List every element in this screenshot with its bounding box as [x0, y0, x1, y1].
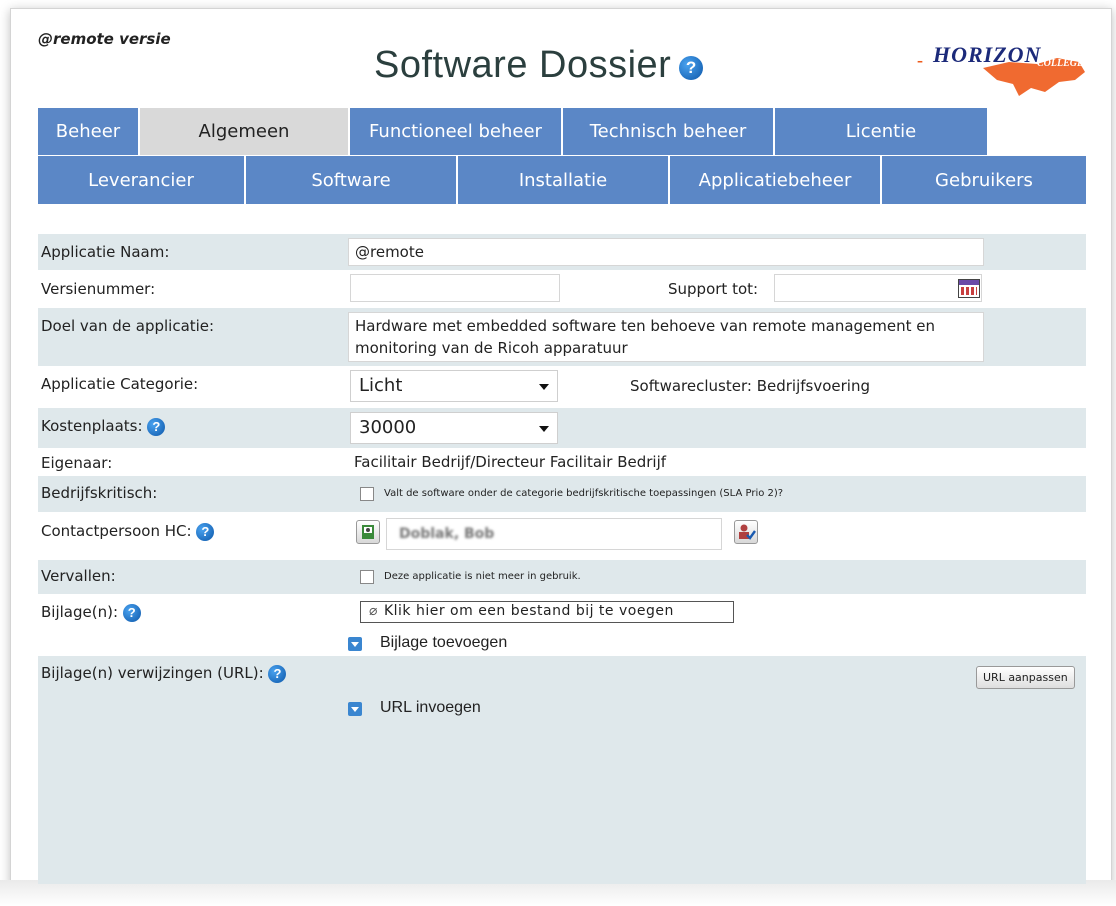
row-app-name: Applicatie Naam: @remote — [38, 234, 1086, 270]
row-critical: Bedrijfskritisch: Valt de software onder… — [38, 476, 1086, 512]
address-book-icon[interactable] — [356, 520, 380, 544]
contact-label-text: Contactpersoon HC: — [41, 522, 192, 540]
row-contact: Contactpersoon HC: ? Doblak, Bob — [38, 512, 1086, 560]
app-name-label: Applicatie Naam: — [41, 243, 170, 261]
chevron-down-icon — [539, 384, 549, 390]
contact-label: Contactpersoon HC: ? — [41, 522, 215, 541]
help-icon[interactable]: ? — [147, 417, 166, 436]
expired-label: Vervallen: — [41, 567, 116, 585]
owner-label: Eigenaar: — [41, 454, 113, 472]
expand-icon[interactable] — [348, 637, 362, 651]
row-expired: Vervallen: Deze applicatie is niet meer … — [38, 560, 1086, 594]
contact-input[interactable]: Doblak, Bob — [386, 518, 722, 550]
critical-checkbox[interactable] — [360, 487, 374, 501]
calendar-icon[interactable] — [958, 279, 980, 298]
tab-applicatiebeheer[interactable]: Applicatiebeheer — [670, 156, 882, 204]
tab-installatie[interactable]: Installatie — [458, 156, 670, 204]
help-icon[interactable]: ? — [196, 522, 215, 541]
category-select[interactable]: Licht — [350, 370, 558, 402]
attachments-label: Bijlage(n): ? — [41, 603, 141, 622]
purpose-line-2: monitoring van de Ricoh apparatuur — [355, 339, 628, 357]
expand-icon[interactable] — [348, 702, 362, 716]
page-title-text: Software Dossier — [374, 44, 672, 86]
contact-value: Doblak, Bob — [399, 526, 495, 542]
purpose-label: Doel van de applicatie: — [41, 317, 215, 335]
tab-software[interactable]: Software — [246, 156, 458, 204]
cost-center-label-text: Kostenplaats: — [41, 417, 143, 435]
tab-algemeen[interactable]: Algemeen — [140, 108, 350, 155]
help-icon[interactable]: ? — [679, 56, 704, 80]
row-url-attachments: Bijlage(n) verwijzingen (URL): ? URL aan… — [38, 656, 1086, 884]
attach-file-button[interactable]: ⌀ Klik hier om een bestand bij te voegen — [360, 601, 734, 623]
category-label: Applicatie Categorie: — [41, 375, 199, 393]
chevron-down-icon — [539, 426, 549, 432]
row-attachments: Bijlage(n): ? ⌀ Klik hier om een bestand … — [38, 594, 1086, 656]
logo-text: HORIZON — [933, 42, 1042, 67]
app-name-input[interactable]: @remote — [348, 238, 984, 266]
tab-gebruikers[interactable]: Gebruikers — [882, 156, 1086, 204]
logo-dash: - — [917, 50, 923, 70]
support-date-input[interactable] — [774, 274, 982, 302]
support-label: Support tot: — [668, 280, 759, 298]
check-user-icon[interactable] — [734, 520, 758, 544]
category-value: Licht — [359, 375, 403, 396]
attach-file-label: Klik hier om een bestand bij te voegen — [383, 603, 674, 619]
remote-version-label: @remote versie — [38, 30, 171, 48]
attachments-label-text: Bijlage(n): — [41, 603, 118, 621]
tab-row-secondary: Leverancier Software Installatie Applica… — [38, 156, 1086, 204]
softwarecluster-text: Softwarecluster: Bedrijfsvoering — [630, 377, 870, 395]
logo-subtext: COLLEGE — [1037, 58, 1084, 69]
attach-add-link[interactable]: Bijlage toevoegen — [380, 634, 507, 652]
page-title: Software Dossier? — [374, 44, 704, 87]
cost-center-value: 30000 — [359, 417, 417, 438]
tab-row-primary: Beheer Algemeen Functioneel beheer Techn… — [38, 108, 1086, 155]
url-attachments-label-text: Bijlage(n) verwijzingen (URL): — [41, 664, 264, 682]
critical-text: Valt de software onder de categorie bedr… — [384, 488, 784, 499]
version-input[interactable] — [350, 274, 560, 302]
critical-label: Bedrijfskritisch: — [41, 484, 158, 502]
row-purpose: Doel van de applicatie: Hardware met emb… — [38, 308, 1086, 366]
cost-center-select[interactable]: 30000 — [350, 412, 558, 444]
tab-row-filler — [987, 108, 1086, 155]
tab-functioneel-beheer[interactable]: Functioneel beheer — [350, 108, 563, 155]
tab-technisch-beheer[interactable]: Technisch beheer — [563, 108, 775, 155]
purpose-textarea[interactable]: Hardware met embedded software ten behoe… — [348, 312, 984, 362]
cost-center-label: Kostenplaats: ? — [41, 417, 166, 436]
url-add-link[interactable]: URL invoegen — [380, 699, 481, 717]
owner-value: Facilitair Bedrijf/Directeur Facilitair … — [354, 453, 667, 471]
tab-beheer[interactable]: Beheer — [38, 108, 140, 155]
purpose-line-1: Hardware met embedded software ten behoe… — [355, 317, 935, 335]
tab-licentie[interactable]: Licentie — [775, 108, 987, 155]
help-icon[interactable]: ? — [268, 664, 287, 683]
tab-leverancier[interactable]: Leverancier — [38, 156, 246, 204]
row-owner: Eigenaar: Facilitair Bedrijf/Directeur F… — [38, 448, 1086, 476]
expired-text: Deze applicatie is niet meer in gebruik. — [384, 571, 581, 582]
horizon-college-logo: - HORIZON COLLEGE — [917, 38, 1097, 104]
url-attachments-label: Bijlage(n) verwijzingen (URL): ? — [41, 664, 287, 683]
row-cost-center: Kostenplaats: ? 30000 — [38, 408, 1086, 448]
row-version: Versienummer: Support tot: — [38, 270, 1086, 308]
version-label: Versienummer: — [41, 280, 156, 298]
help-icon[interactable]: ? — [122, 603, 141, 622]
url-edit-button[interactable]: URL aanpassen — [976, 666, 1075, 689]
expired-checkbox[interactable] — [360, 570, 374, 584]
paperclip-icon: ⌀ — [369, 603, 378, 619]
row-category: Applicatie Categorie: Licht Softwareclus… — [38, 366, 1086, 408]
